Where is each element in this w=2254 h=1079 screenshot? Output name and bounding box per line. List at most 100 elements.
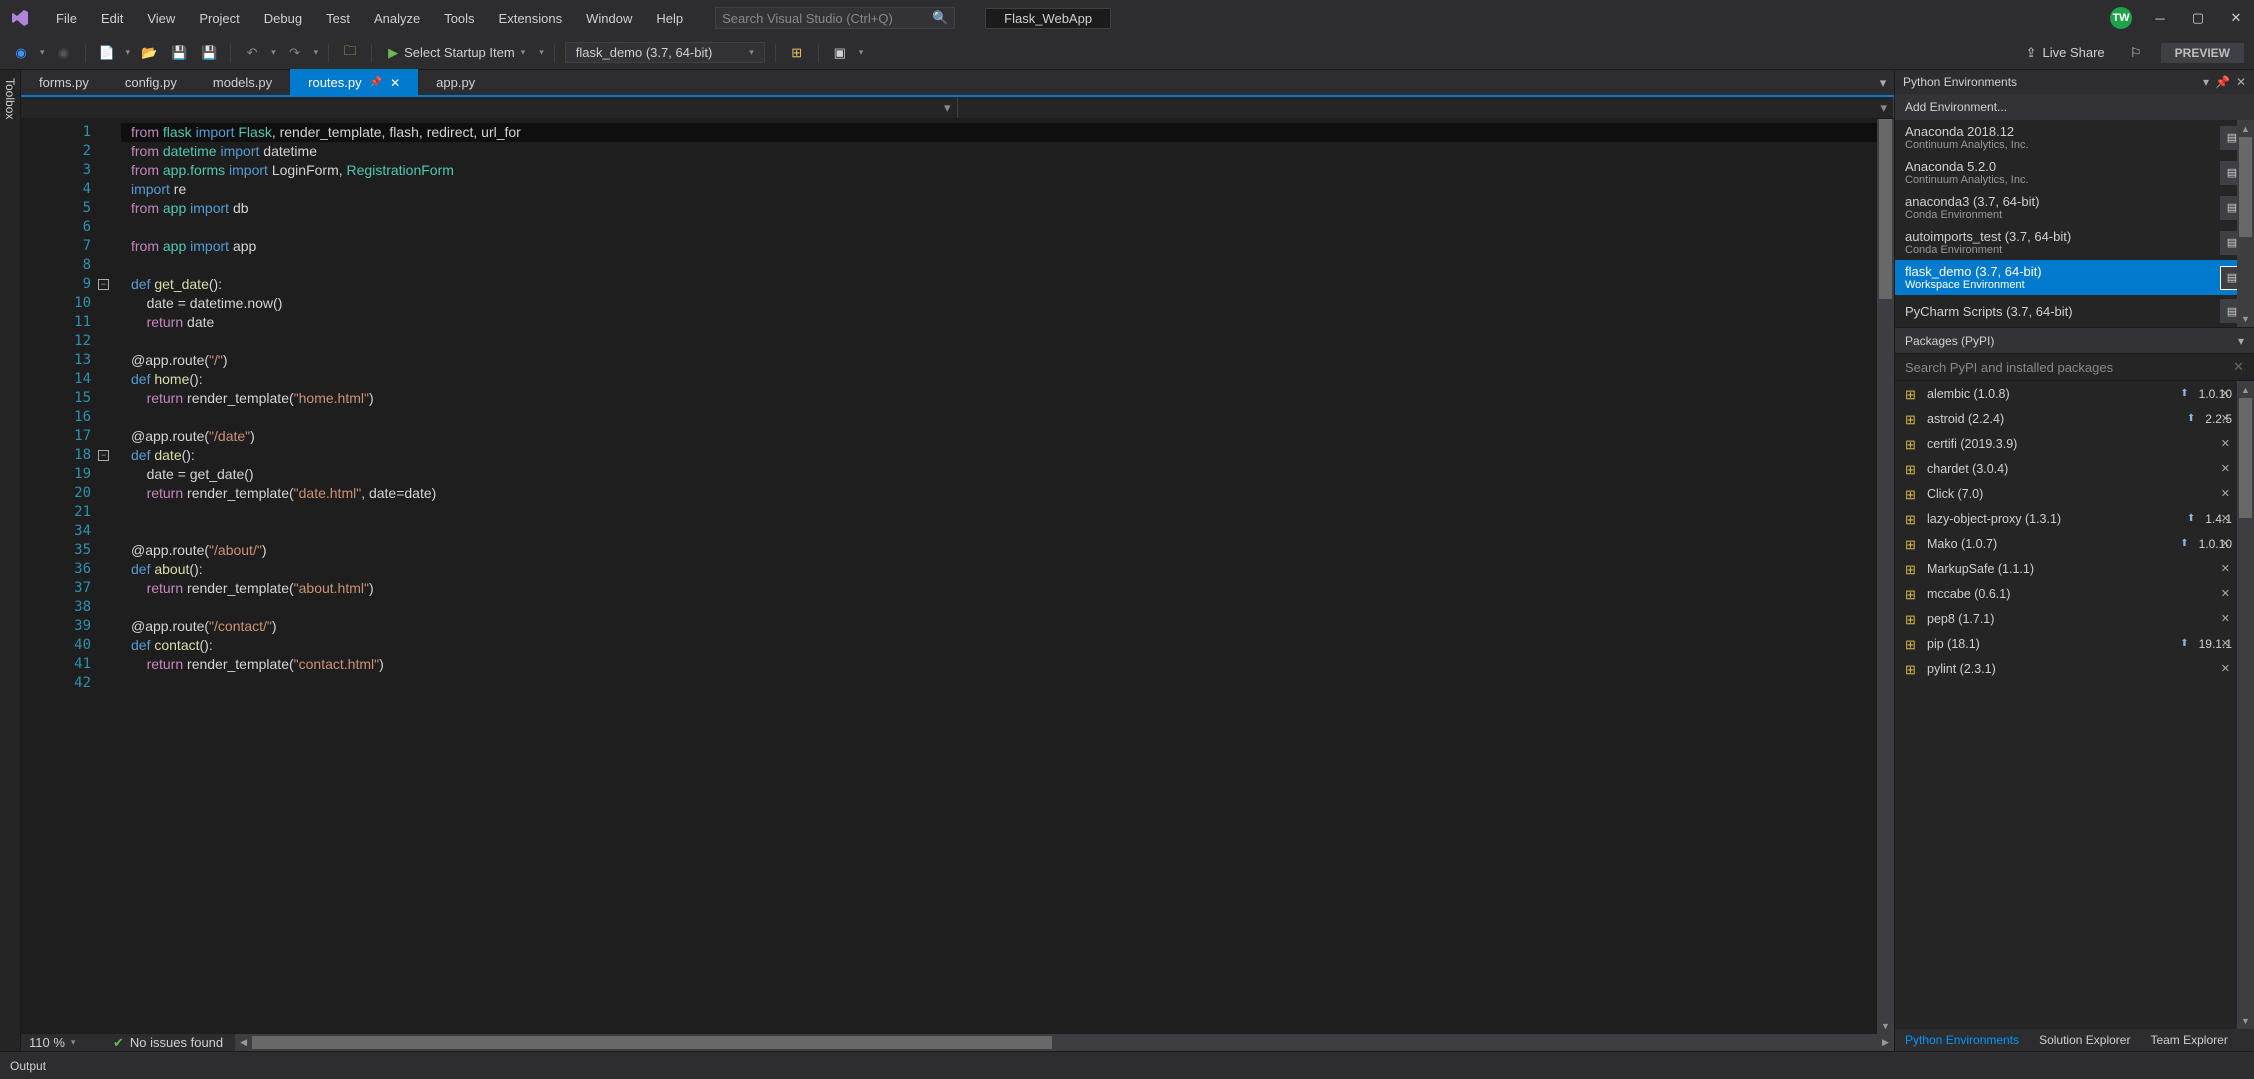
tab-routes-py[interactable]: routes.py📌✕ — [290, 69, 418, 96]
redo-button[interactable]: ↷ — [284, 42, 306, 64]
menu-edit[interactable]: Edit — [89, 7, 135, 30]
panel-dropdown-icon[interactable]: ▾ — [2203, 75, 2209, 89]
startup-item-dropdown[interactable]: ▶ Select Startup Item ▾ — [382, 45, 531, 61]
tab-config-py[interactable]: config.py — [107, 69, 195, 96]
code-line[interactable]: from app import app — [121, 237, 1877, 256]
zoom-combo[interactable]: 110 % ▾ — [21, 1035, 101, 1050]
update-icon[interactable]: ⬆ — [2187, 413, 2195, 424]
code-line[interactable] — [121, 256, 1877, 275]
add-environment-button[interactable]: Add Environment... — [1895, 94, 2254, 120]
code-line[interactable] — [121, 503, 1877, 522]
save-button[interactable]: 💾 — [168, 42, 190, 64]
menu-project[interactable]: Project — [187, 7, 251, 30]
issues-indicator[interactable]: ✔ No issues found — [101, 1035, 235, 1051]
remove-package-icon[interactable]: ✕ — [2221, 537, 2230, 550]
folder-button[interactable]: 🗀 — [339, 42, 361, 64]
remove-package-icon[interactable]: ✕ — [2221, 562, 2230, 575]
code-line[interactable]: @app.route("/date") — [121, 427, 1877, 446]
package-item[interactable]: ⊞MarkupSafe (1.1.1)✕ — [1895, 556, 2254, 581]
code-line[interactable] — [121, 674, 1877, 693]
code-line[interactable]: return render_template("contact.html") — [121, 655, 1877, 674]
code-line[interactable] — [121, 408, 1877, 427]
code-line[interactable] — [121, 218, 1877, 237]
update-icon[interactable]: ⬆ — [2187, 513, 2195, 524]
code-line[interactable] — [121, 332, 1877, 351]
env-item[interactable]: flask_demo (3.7, 64-bit)Workspace Enviro… — [1895, 260, 2254, 295]
package-item[interactable]: ⊞pylint (2.3.1)✕ — [1895, 656, 2254, 681]
package-item[interactable]: ⊞Mako (1.0.7)⬆1.0.10✕ — [1895, 531, 2254, 556]
code-line[interactable]: def get_date(): — [121, 275, 1877, 294]
update-icon[interactable]: ⬆ — [2180, 388, 2188, 399]
open-button[interactable]: 📂 — [138, 42, 160, 64]
update-icon[interactable]: ⬆ — [2180, 638, 2188, 649]
live-share-button[interactable]: ⇪ Live Share — [2020, 45, 2111, 61]
tab-app-py[interactable]: app.py — [418, 69, 493, 96]
code-line[interactable]: @app.route("/contact/") — [121, 617, 1877, 636]
menu-tools[interactable]: Tools — [432, 7, 486, 30]
code-line[interactable]: return date — [121, 313, 1877, 332]
tool-button-1[interactable]: ⊞ — [786, 42, 808, 64]
code-line[interactable]: from flask import Flask, render_template… — [121, 123, 1877, 142]
remove-package-icon[interactable]: ✕ — [2221, 387, 2230, 400]
pin-icon[interactable]: 📌 — [2215, 75, 2230, 89]
packages-combo[interactable]: Packages (PyPI) ▾ — [1895, 327, 2254, 353]
close-button[interactable]: ✕ — [2226, 8, 2246, 28]
tab-models-py[interactable]: models.py — [195, 69, 290, 96]
preview-button[interactable]: PREVIEW — [2161, 43, 2244, 63]
code-line[interactable]: from app.forms import LoginForm, Registr… — [121, 161, 1877, 180]
menu-analyze[interactable]: Analyze — [362, 7, 432, 30]
horizontal-scrollbar[interactable]: ◀ ▶ — [235, 1034, 1894, 1051]
update-icon[interactable]: ⬆ — [2180, 538, 2188, 549]
menu-debug[interactable]: Debug — [252, 7, 314, 30]
python-env-combo[interactable]: flask_demo (3.7, 64-bit) ▾ — [565, 42, 765, 63]
remove-package-icon[interactable]: ✕ — [2221, 662, 2230, 675]
package-item[interactable]: ⊞mccabe (0.6.1)✕ — [1895, 581, 2254, 606]
remove-package-icon[interactable]: ✕ — [2221, 512, 2230, 525]
panel-close-icon[interactable]: ✕ — [2236, 75, 2246, 89]
code-line[interactable]: return render_template("home.html") — [121, 389, 1877, 408]
code-line[interactable]: date = get_date() — [121, 465, 1877, 484]
menu-test[interactable]: Test — [314, 7, 362, 30]
code-line[interactable]: def home(): — [121, 370, 1877, 389]
package-item[interactable]: ⊞Click (7.0)✕ — [1895, 481, 2254, 506]
panel-tab-python-environments[interactable]: Python Environments — [1895, 1033, 2029, 1047]
clear-search-icon[interactable]: ✕ — [2233, 359, 2244, 375]
code-editor[interactable]: 123456789−101112131415161718−19202134353… — [21, 119, 1894, 1034]
code-line[interactable] — [121, 598, 1877, 617]
env-item[interactable]: Anaconda 5.2.0Continuum Analytics, Inc.▤ — [1895, 155, 2254, 190]
tab-forms-py[interactable]: forms.py — [21, 69, 107, 96]
nav-forward-button[interactable]: ◉ — [53, 42, 75, 64]
feedback-button[interactable]: ⚐ — [2125, 42, 2147, 64]
save-all-button[interactable]: 💾 — [198, 42, 220, 64]
env-item[interactable]: PyCharm Scripts (3.7, 64-bit)▤ — [1895, 295, 2254, 327]
nav-scope-combo[interactable]: ▾ — [21, 97, 958, 118]
minimize-button[interactable]: ─ — [2150, 8, 2170, 28]
code-line[interactable]: from datetime import datetime — [121, 142, 1877, 161]
code-line[interactable]: def date(): — [121, 446, 1877, 465]
code-line[interactable]: @app.route("/about/") — [121, 541, 1877, 560]
package-item[interactable]: ⊞pip (18.1)⬆19.1.1✕ — [1895, 631, 2254, 656]
remove-package-icon[interactable]: ✕ — [2221, 412, 2230, 425]
code-line[interactable]: def contact(): — [121, 636, 1877, 655]
vertical-scrollbar[interactable]: ▲ ▼ — [1877, 119, 1894, 1034]
env-item[interactable]: Anaconda 2018.12Continuum Analytics, Inc… — [1895, 120, 2254, 155]
package-item[interactable]: ⊞certifi (2019.3.9)✕ — [1895, 431, 2254, 456]
maximize-button[interactable]: ▢ — [2188, 8, 2208, 28]
code-line[interactable] — [121, 522, 1877, 541]
scroll-right-icon[interactable]: ▶ — [1877, 1034, 1894, 1051]
remove-package-icon[interactable]: ✕ — [2221, 487, 2230, 500]
code-line[interactable]: from app import db — [121, 199, 1877, 218]
package-search-input[interactable]: Search PyPI and installed packages ✕ — [1895, 353, 2254, 381]
code-line[interactable]: date = datetime.now() — [121, 294, 1877, 313]
menu-file[interactable]: File — [44, 7, 89, 30]
search-input[interactable]: Search Visual Studio (Ctrl+Q) 🔍 — [715, 7, 955, 29]
remove-package-icon[interactable]: ✕ — [2221, 437, 2230, 450]
panel-tab-solution-explorer[interactable]: Solution Explorer — [2029, 1033, 2140, 1047]
pkg-scrollbar[interactable]: ▲ ▼ — [2237, 381, 2254, 1029]
tool-button-2[interactable]: ▣ — [829, 42, 851, 64]
remove-package-icon[interactable]: ✕ — [2221, 462, 2230, 475]
package-item[interactable]: ⊞astroid (2.2.4)⬆2.2.5✕ — [1895, 406, 2254, 431]
env-scrollbar[interactable]: ▲ ▼ — [2237, 120, 2254, 327]
scroll-down-icon[interactable]: ▼ — [1877, 1017, 1894, 1034]
package-item[interactable]: ⊞lazy-object-proxy (1.3.1)⬆1.4.1✕ — [1895, 506, 2254, 531]
